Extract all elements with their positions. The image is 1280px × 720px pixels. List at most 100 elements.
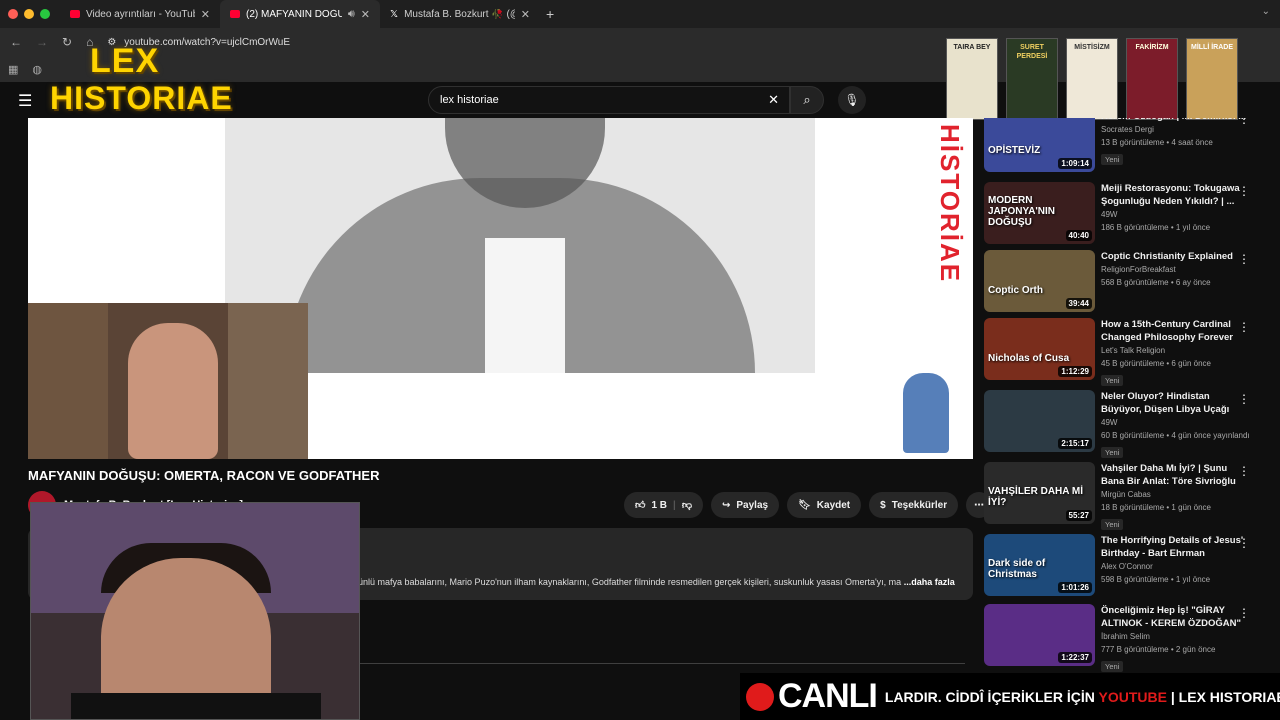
recommendation-item[interactable]: Dark side of Christmas 1:01:26 The Horrify… bbox=[983, 534, 1280, 598]
video-thumbnail[interactable]: MODERN JAPONYA'NIN DOĞUŞU 40:40 bbox=[984, 182, 1095, 244]
share-button[interactable]: ↪ Paylaş bbox=[710, 492, 780, 518]
browser-tab[interactable]: 𝕏 Mustafa B. Bozkurt 🥀 (@mu ✕ bbox=[380, 0, 540, 28]
more-vertical-icon[interactable]: ⋮ bbox=[1238, 320, 1250, 334]
globe-icon[interactable]: ◍ bbox=[32, 63, 42, 76]
recommendation-item[interactable]: OPİSTEVİZ1:09:14Kerem Özdoğan | M. Demir… bbox=[983, 118, 1280, 174]
recommendation-channel[interactable]: Socrates Dergi bbox=[1101, 123, 1251, 136]
back-arrow-icon[interactable]: ← bbox=[10, 35, 22, 49]
voice-search-button[interactable]: 🎙︎ bbox=[838, 86, 866, 114]
recommendation-item[interactable]: MODERN JAPONYA'NIN DOĞUŞU 40:40 Meiji Rest… bbox=[983, 182, 1280, 246]
recommendation-channel[interactable]: Alex O'Connor bbox=[1101, 560, 1251, 573]
thumbnail-caption: VAHŞİLER DAHA Mİ İYİ? bbox=[988, 486, 1083, 508]
book-cover: SURET PERDESİ bbox=[1006, 38, 1058, 120]
tab-search-chevron-icon[interactable]: ⌄ bbox=[1262, 6, 1270, 17]
recommendation-item[interactable]: Nicholas of Cusa 1:12:29 How a 15th-Centur… bbox=[983, 318, 1280, 386]
live-ticker: CANLI LARDIR. CİDDÎ İÇERİKLER İÇİN YOUTU… bbox=[740, 673, 1280, 720]
recommendation-channel[interactable]: 49W bbox=[1101, 416, 1251, 429]
clear-search-icon[interactable]: ✕ bbox=[768, 92, 779, 108]
video-thumbnail[interactable]: Nicholas of Cusa 1:12:29 bbox=[984, 318, 1095, 380]
video-thumbnail[interactable]: 2:15:17 bbox=[984, 390, 1095, 452]
thumbnail-caption: OPİSTEVİZ bbox=[988, 145, 1041, 156]
recommendation-item[interactable]: VAHŞİLER DAHA Mİ İYİ? 55:27 Vahşiler Daha … bbox=[983, 462, 1280, 530]
recommendation-channel[interactable]: 49W bbox=[1101, 208, 1251, 221]
video-thumbnail[interactable]: 1:22:37 bbox=[984, 604, 1095, 666]
recommendation-channel[interactable]: Mirgün Cabas bbox=[1101, 488, 1251, 501]
more-vertical-icon[interactable]: ⋮ bbox=[1238, 252, 1250, 266]
video-thumbnail[interactable]: OPİSTEVİZ 1:09:14 bbox=[984, 118, 1095, 172]
new-badge: Yeni bbox=[1101, 375, 1124, 386]
description-text[interactable]: ünlü mafya babalarını, Mario Puzo'nun il… bbox=[358, 577, 955, 587]
recommendation-channel[interactable]: ReligionForBreakfast bbox=[1101, 263, 1251, 276]
duration-badge: 39:44 bbox=[1065, 298, 1092, 309]
thumbnail-caption: MODERN JAPONYA'NIN DOĞUŞU bbox=[988, 195, 1056, 228]
more-vertical-icon[interactable]: ⋮ bbox=[1238, 464, 1250, 478]
search-button[interactable]: ⌕ bbox=[790, 86, 824, 114]
logo-line-2: HISTORIAE bbox=[50, 80, 233, 116]
close-window-button[interactable] bbox=[8, 9, 18, 19]
book-cover: MİLLİ İRADE bbox=[1186, 38, 1238, 120]
recommendation-title[interactable]: Önceliğimiz Hep İş! "GİRAY ALTINOK - KER… bbox=[1101, 604, 1251, 630]
thanks-label: Teşekkürler bbox=[891, 499, 948, 511]
more-vertical-icon[interactable]: ⋮ bbox=[1238, 536, 1250, 550]
search-input[interactable]: lex historiae ✕ bbox=[428, 86, 790, 114]
ticker-part-a: LARDIR. CİDDÎ İÇERİKLER İÇİN bbox=[884, 688, 1099, 705]
browser-tab-strip: Video ayrıntıları - YouTube St ✕ (2) MAF… bbox=[0, 0, 1280, 28]
recommendation-item[interactable]: Coptic Orth 39:44 Coptic Christianity Expl… bbox=[983, 250, 1280, 314]
tab-title: Video ayrıntıları - YouTube St bbox=[86, 8, 195, 20]
speaker-icon[interactable]: 🔊︎ bbox=[348, 8, 355, 21]
new-badge: Yeni bbox=[1101, 519, 1124, 530]
duration-badge: 1:22:37 bbox=[1058, 652, 1092, 663]
thanks-button[interactable]: $ Teşekkürler bbox=[869, 492, 959, 518]
new-badge: Yeni bbox=[1101, 447, 1124, 458]
recommendation-title[interactable]: Meiji Restorasyonu: Tokugawa Şogunluğu N… bbox=[1101, 182, 1251, 208]
minimize-window-button[interactable] bbox=[24, 9, 34, 19]
duration-badge: 1:09:14 bbox=[1058, 158, 1092, 169]
recommendation-title[interactable]: How a 15th-Century Cardinal Changed Phil… bbox=[1101, 318, 1251, 344]
comments-divider bbox=[360, 663, 965, 664]
browser-tab-active[interactable]: (2) MAFYANIN DOĞUŞU: 🔊︎ ✕ bbox=[220, 0, 380, 28]
recommendation-title[interactable]: The Horrifying Details of Jesus' Birthda… bbox=[1101, 534, 1251, 560]
recommendation-item[interactable]: 2:15:17 Neler Oluyor? Hindistan Büyüyor, … bbox=[983, 390, 1280, 458]
close-tab-icon[interactable]: ✕ bbox=[361, 8, 370, 21]
lawyer-illustration bbox=[903, 373, 949, 453]
ticker-part-b: | LEX HISTORIAE KANALINI TAKİP | bbox=[1170, 688, 1280, 705]
apps-grid-icon[interactable]: ▦ bbox=[8, 63, 18, 76]
new-tab-button[interactable]: + bbox=[546, 6, 554, 22]
super-thanks-icon: $ bbox=[880, 499, 886, 511]
recommendation-meta: 568 B görüntüleme • 6 ay önce bbox=[1101, 278, 1211, 287]
more-vertical-icon[interactable]: ⋮ bbox=[1238, 118, 1250, 126]
recommendation-channel[interactable]: Let's Talk Religion bbox=[1101, 344, 1251, 357]
video-thumbnail[interactable]: Coptic Orth 39:44 bbox=[984, 250, 1095, 312]
new-badge: Yeni bbox=[1101, 154, 1124, 165]
show-more-link[interactable]: ...daha fazla bbox=[904, 577, 955, 587]
video-thumbnail[interactable]: Dark side of Christmas 1:01:26 bbox=[984, 534, 1095, 596]
more-vertical-icon[interactable]: ⋮ bbox=[1238, 606, 1250, 620]
maximize-window-button[interactable] bbox=[40, 9, 50, 19]
search-query-text[interactable]: lex historiae bbox=[440, 94, 499, 106]
like-button[interactable]: 👍︎ 1 B | 👎︎ bbox=[624, 492, 703, 518]
recommendation-title[interactable]: Neler Oluyor? Hindistan Büyüyor, Düşen L… bbox=[1101, 390, 1251, 416]
more-vertical-icon[interactable]: ⋮ bbox=[1238, 392, 1250, 406]
channel-logo-overlay: LEX HISTORIAE bbox=[50, 42, 240, 122]
guest-camera-feed bbox=[28, 303, 308, 459]
menu-hamburger-icon[interactable]: ☰ bbox=[18, 91, 32, 111]
recommendation-meta: 18 B görüntüleme • 1 gün önce bbox=[1101, 503, 1211, 512]
recommendation-item[interactable]: 1:22:37 Önceliğimiz Hep İş! "GİRAY ALTINO… bbox=[983, 604, 1280, 672]
save-button[interactable]: 🔖︎ Kaydet bbox=[787, 492, 862, 518]
thumbs-down-icon[interactable]: 👎︎ bbox=[682, 499, 692, 511]
thumbnail-caption: Nicholas of Cusa bbox=[988, 353, 1070, 364]
browser-tab[interactable]: Video ayrıntıları - YouTube St ✕ bbox=[60, 0, 220, 28]
thumbnail-caption: Coptic Orth bbox=[988, 285, 1043, 296]
forward-arrow-icon[interactable]: → bbox=[36, 35, 48, 49]
close-tab-icon[interactable]: ✕ bbox=[201, 8, 210, 21]
video-player[interactable]: HİSTORİAE bbox=[28, 118, 973, 459]
recommendation-channel[interactable]: İbrahim Selim bbox=[1101, 630, 1251, 643]
recommendation-meta: 777 B görüntüleme • 2 gün önce bbox=[1101, 645, 1216, 654]
recommendation-title[interactable]: Vahşiler Daha Mı İyi? | Şunu Bana Bir An… bbox=[1101, 462, 1251, 488]
more-vertical-icon[interactable]: ⋮ bbox=[1238, 184, 1250, 198]
recommendation-title[interactable]: Coptic Christianity Explained bbox=[1101, 250, 1251, 263]
close-tab-icon[interactable]: ✕ bbox=[521, 8, 530, 21]
vertical-watermark: HİSTORİAE bbox=[935, 124, 965, 284]
recommendation-meta: 598 B görüntüleme • 1 yıl önce bbox=[1101, 575, 1211, 584]
video-thumbnail[interactable]: VAHŞİLER DAHA Mİ İYİ? 55:27 bbox=[984, 462, 1095, 524]
